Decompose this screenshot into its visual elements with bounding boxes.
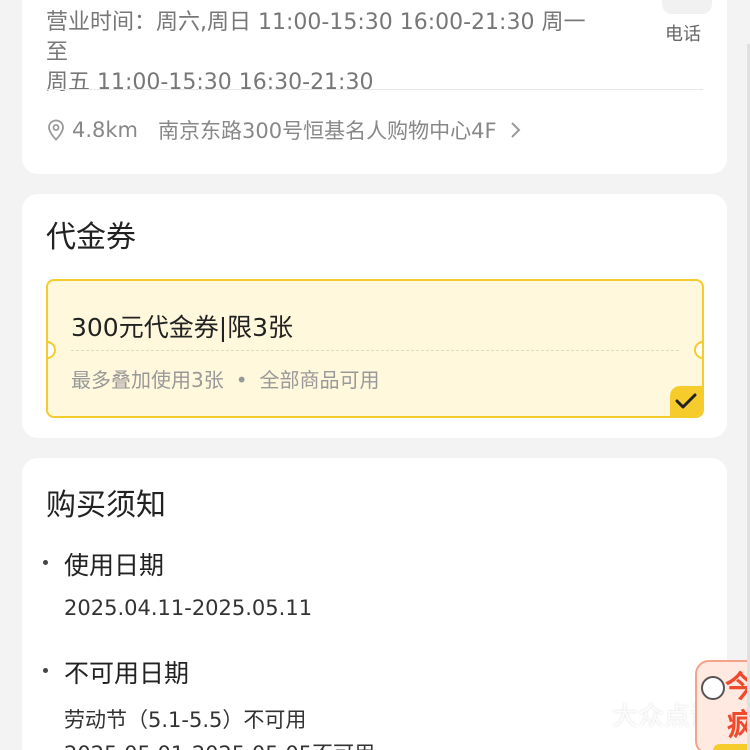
checkmark-icon [675, 393, 697, 409]
phone-button[interactable] [662, 0, 712, 14]
bullet [43, 560, 48, 565]
notice-item-heading: 不可用日期 [64, 659, 190, 688]
notice-item-line: 2025.05.01-2025.05.05不可用 [64, 738, 375, 750]
voucher-card: 代金券 300元代金券|限3张 最多叠加使用3张 • 全部商品可用 [22, 194, 727, 438]
location-pin-icon [48, 119, 64, 141]
business-hours: 营业时间：周六,周日 11:00-15:30 16:00-21:30 周一至 周… [46, 8, 606, 98]
business-hours-line-1: 营业时间：周六,周日 11:00-15:30 16:00-21:30 周一至 [46, 10, 586, 65]
voucher-description: 最多叠加使用3张 • 全部商品可用 [71, 364, 380, 393]
address-row[interactable]: 4.8km 南京东路300号恒基名人购物中心4F [46, 116, 523, 144]
business-hours-line-2: 周五 11:00-15:30 16:30-21:30 [46, 70, 374, 95]
voucher-option[interactable]: 300元代金券|限3张 最多叠加使用3张 • 全部商品可用 [46, 279, 704, 418]
voucher-name: 300元代金券|限3张 [71, 313, 294, 342]
floating-promo-badge[interactable]: 今 疯 [695, 660, 750, 750]
store-info-card: 营业时间：周六,周日 11:00-15:30 16:00-21:30 周一至 周… [22, 0, 727, 174]
phone-label[interactable]: 电话 [665, 20, 701, 46]
voucher-divider [71, 350, 679, 351]
notice-item-heading: 使用日期 [64, 551, 165, 580]
watermark-logo-icon [581, 702, 605, 725]
voucher-scope: 全部商品可用 [259, 368, 380, 392]
selected-badge [670, 386, 702, 416]
divider [46, 89, 703, 90]
notice-item-line: 2025.04.11-2025.05.11 [64, 596, 313, 620]
distance-text: 4.8km [72, 118, 139, 142]
ticket-notch-left [48, 341, 56, 359]
bullet [43, 668, 48, 673]
voucher-section-title: 代金券 [46, 220, 136, 255]
chevron-right-icon [510, 122, 520, 138]
notice-section-title: 购买须知 [46, 488, 166, 523]
voucher-separator: • [235, 368, 248, 392]
address-text: 南京东路300号恒基名人购物中心4F [158, 119, 497, 143]
promo-bar [713, 744, 750, 750]
mascot-icon [701, 676, 725, 700]
voucher-stack-rule: 最多叠加使用3张 [71, 368, 224, 392]
ticket-notch-right [694, 341, 702, 359]
notice-item-line: 劳动节（5.1-5.5）不可用 [64, 708, 307, 732]
